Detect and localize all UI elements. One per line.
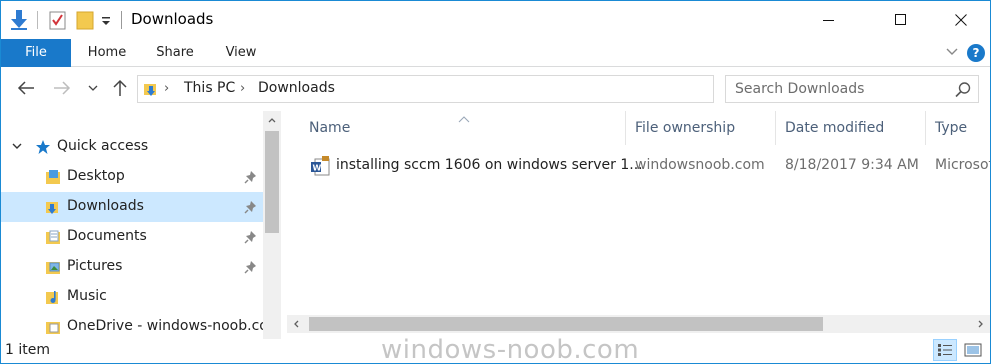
nav-item-desktop[interactable]: Desktop xyxy=(1,162,263,192)
nav-item-music[interactable]: Music xyxy=(1,282,263,312)
explorer-window: Downloads File Home Share View ? › This … xyxy=(0,0,991,364)
window-title: Downloads xyxy=(131,10,214,28)
breadcrumb-separator-icon: › xyxy=(240,81,246,96)
onedrive-folder-icon xyxy=(45,319,61,335)
status-item-count: 1 item xyxy=(5,342,50,358)
chevron-down-icon[interactable] xyxy=(11,140,27,156)
nav-item-onedrive[interactable]: OneDrive - windows-noob.co xyxy=(1,312,268,342)
details-view-button[interactable] xyxy=(933,339,957,361)
back-button[interactable] xyxy=(15,77,37,99)
navigation-bar: › This PC › Downloads xyxy=(1,67,990,111)
nav-scroll-thumb[interactable] xyxy=(265,131,279,233)
close-button[interactable] xyxy=(938,1,984,39)
nav-item-documents[interactable]: Documents xyxy=(1,222,263,252)
search-input[interactable] xyxy=(726,76,946,102)
forward-button[interactable] xyxy=(51,77,73,99)
scroll-right-arrow-icon[interactable] xyxy=(972,315,990,333)
music-folder-icon xyxy=(45,289,61,305)
title-divider xyxy=(121,11,122,29)
nav-item-label: Documents xyxy=(67,228,147,244)
breadcrumb-downloads[interactable]: Downloads xyxy=(258,80,335,96)
pin-icon[interactable] xyxy=(244,170,258,184)
tab-view[interactable]: View xyxy=(215,39,267,67)
file-list: Name File ownership Date modified Type W… xyxy=(287,111,990,339)
table-row[interactable]: W installing sccm 1606 on windows server… xyxy=(287,151,990,181)
up-button[interactable] xyxy=(109,77,131,99)
file-date-modified: 8/18/2017 9:34 AM xyxy=(785,157,919,173)
nav-vertical-scrollbar[interactable] xyxy=(263,111,281,339)
file-list-scroll-thumb[interactable] xyxy=(309,317,823,331)
navigation-pane: Quick access Desktop Downloads Documents… xyxy=(1,111,286,339)
ribbon-tabs: File Home Share View ? xyxy=(1,39,990,67)
file-name[interactable]: installing sccm 1606 on windows server 1… xyxy=(336,157,643,173)
column-header-name[interactable]: Name xyxy=(287,111,625,145)
pin-icon[interactable] xyxy=(244,200,258,214)
nav-item-label: Music xyxy=(67,288,107,304)
customize-qa-dropdown-icon[interactable] xyxy=(101,14,111,36)
search-icon[interactable] xyxy=(954,81,972,99)
breadcrumb-separator-icon: › xyxy=(164,81,170,96)
scroll-left-arrow-icon[interactable] xyxy=(287,315,305,333)
nav-item-label: Desktop xyxy=(67,168,125,184)
maximize-button[interactable] xyxy=(878,1,924,39)
nav-item-downloads[interactable]: Downloads xyxy=(1,192,263,222)
svg-text:W: W xyxy=(313,164,322,173)
nav-quick-access-label: Quick access xyxy=(57,138,149,154)
nav-item-pictures[interactable]: Pictures xyxy=(1,252,263,282)
file-type: Microsof xyxy=(935,157,990,173)
nav-item-label: Downloads xyxy=(67,198,144,214)
new-folder-icon[interactable] xyxy=(76,9,94,31)
file-list-horizontal-scrollbar[interactable] xyxy=(287,315,990,333)
tab-file[interactable]: File xyxy=(1,39,71,67)
title-bar: Downloads xyxy=(1,1,990,39)
expand-ribbon-chevron-icon[interactable] xyxy=(945,44,959,58)
column-header-type[interactable]: Type xyxy=(913,111,990,145)
watermark: windows-noob.com xyxy=(381,335,640,364)
help-icon[interactable]: ? xyxy=(967,44,985,62)
star-icon xyxy=(35,139,51,155)
properties-icon[interactable] xyxy=(49,9,67,31)
tab-home[interactable]: Home xyxy=(79,39,135,67)
nav-item-label: OneDrive - windows-noob.co xyxy=(67,318,268,334)
documents-folder-icon xyxy=(45,229,61,245)
scroll-up-arrow-icon[interactable] xyxy=(263,111,281,129)
search-box xyxy=(725,75,979,103)
word-document-icon: W xyxy=(311,156,331,176)
nav-item-label: Pictures xyxy=(67,258,123,274)
pin-icon[interactable] xyxy=(244,260,258,274)
large-icons-view-button[interactable] xyxy=(961,339,985,361)
downloads-arrow-icon[interactable] xyxy=(9,9,29,31)
column-header-file-ownership[interactable]: File ownership xyxy=(613,111,775,145)
downloads-folder-icon xyxy=(45,199,61,215)
address-bar[interactable]: › This PC › Downloads xyxy=(137,75,845,103)
breadcrumb-this-pc[interactable]: This PC xyxy=(184,80,235,96)
qa-divider xyxy=(37,11,38,29)
pictures-folder-icon xyxy=(45,259,61,275)
tab-share[interactable]: Share xyxy=(147,39,203,67)
file-ownership: windowsnoob.com xyxy=(635,157,765,173)
column-header-date-modified[interactable]: Date modified xyxy=(763,111,925,145)
minimize-button[interactable] xyxy=(806,1,852,39)
pin-icon[interactable] xyxy=(244,230,258,244)
downloads-folder-icon xyxy=(144,81,160,101)
nav-quick-access[interactable]: Quick access xyxy=(1,132,263,162)
desktop-folder-icon xyxy=(45,169,61,185)
recent-locations-chevron-icon[interactable] xyxy=(85,77,101,99)
